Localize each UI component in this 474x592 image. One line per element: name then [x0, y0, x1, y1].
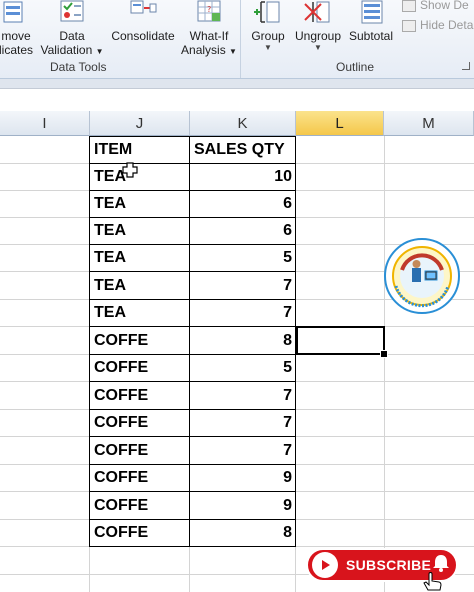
what-if-analysis-label-2-text: Analysis: [181, 43, 226, 57]
active-cell-selection[interactable]: [296, 326, 385, 355]
hand-cursor-icon: [423, 572, 442, 591]
play-icon: [312, 552, 338, 578]
chevron-down-icon: ▼: [314, 43, 322, 52]
column-header-k[interactable]: K: [190, 111, 296, 136]
data-validation-label-2: Validation ▼: [40, 43, 104, 59]
worksheet-grid[interactable]: ITEM SALES QTY TEA 10 TEA 6 TEA 6 TEA 5 …: [0, 136, 474, 592]
cell-qty[interactable]: 7: [190, 299, 296, 326]
svg-text:?: ?: [207, 5, 211, 14]
hide-detail-label: Hide Deta: [420, 18, 474, 32]
show-detail-button[interactable]: Show De: [402, 0, 469, 12]
hide-detail-button[interactable]: Hide Deta: [402, 18, 473, 32]
chevron-down-icon: ▼: [95, 47, 104, 56]
remove-duplicates-icon: [3, 1, 23, 23]
data-validation-button[interactable]: Data Validation ▼: [40, 0, 104, 59]
gridline: [0, 546, 474, 547]
ungroup-icon: [304, 1, 330, 23]
cell-qty[interactable]: 5: [190, 354, 296, 381]
remove-duplicates-button[interactable]: move licates: [0, 0, 36, 57]
column-header-i[interactable]: I: [0, 111, 90, 136]
column-header-j[interactable]: J: [90, 111, 190, 136]
cell-qty[interactable]: 8: [190, 327, 296, 354]
chevron-down-icon: ▼: [229, 47, 237, 56]
cell-qty[interactable]: 9: [190, 464, 296, 491]
ribbon-group-separator: [240, 0, 241, 78]
cell-cursor-icon: [122, 162, 138, 178]
group-label-outline: Outline: [336, 60, 375, 74]
show-detail-label: Show De: [420, 0, 469, 12]
subtotal-icon: [361, 0, 383, 24]
cell-item[interactable]: TEA: [90, 217, 190, 244]
cell-qty[interactable]: 5: [190, 244, 296, 271]
subtotal-label: Subtotal: [348, 29, 394, 43]
consolidate-icon: [130, 0, 157, 14]
column-header-m[interactable]: M: [384, 111, 474, 136]
remove-duplicates-label-1: move: [1, 29, 31, 43]
channel-logo: [384, 238, 460, 314]
gridline: [384, 136, 385, 592]
consolidate-label: Consolidate: [111, 29, 175, 43]
cell-item[interactable]: COFFE: [90, 519, 190, 546]
group-label: Group: [251, 29, 285, 43]
ribbon-bottom-bar: [0, 79, 474, 89]
what-if-analysis-label-2: Analysis ▼: [180, 43, 238, 59]
data-validation-label-1: Data: [59, 29, 85, 43]
cell-item[interactable]: COFFE: [90, 464, 190, 491]
cell-qty-header[interactable]: SALES QTY: [190, 136, 296, 163]
cell-qty[interactable]: 7: [190, 409, 296, 436]
ungroup-label: Ungroup: [294, 29, 342, 43]
formula-bar-area: [0, 89, 474, 112]
fill-handle[interactable]: [380, 350, 388, 358]
data-validation-icon: [60, 0, 84, 22]
cell-qty[interactable]: 6: [190, 190, 296, 217]
cell-item[interactable]: COFFE: [90, 354, 190, 381]
what-if-analysis-label-1: What-If: [189, 29, 229, 43]
chevron-down-icon: ▼: [264, 43, 272, 52]
cell-item[interactable]: TEA: [90, 163, 190, 190]
dialog-launcher-icon[interactable]: [462, 62, 470, 70]
cell-item[interactable]: COFFE: [90, 437, 190, 464]
group-icon: [254, 1, 280, 23]
cell-item[interactable]: COFFE: [90, 492, 190, 519]
hide-detail-icon: [402, 19, 416, 32]
cell-item[interactable]: TEA: [90, 299, 190, 326]
ribbon: move licates Data Validation ▼ Consolida…: [0, 0, 474, 79]
cell-item[interactable]: TEA: [90, 272, 190, 299]
cell-item[interactable]: TEA: [90, 190, 190, 217]
cell-item[interactable]: TEA: [90, 244, 190, 271]
subscribe-label: SUBSCRIBE: [346, 557, 432, 573]
cell-qty[interactable]: 10: [190, 163, 296, 190]
subtotal-button[interactable]: Subtotal: [346, 0, 396, 43]
cell-item-header[interactable]: ITEM: [90, 136, 190, 163]
group-label-data-tools: Data Tools: [50, 60, 107, 74]
cell-qty[interactable]: 7: [190, 382, 296, 409]
cell-item[interactable]: COFFE: [90, 409, 190, 436]
data-validation-label-2-text: Validation: [40, 43, 93, 57]
ungroup-button[interactable]: Ungroup ▼: [290, 0, 346, 53]
cell-item[interactable]: COFFE: [90, 382, 190, 409]
what-if-analysis-icon: ?: [197, 0, 221, 22]
remove-duplicates-label-2: licates: [0, 43, 33, 57]
consolidate-button[interactable]: Consolidate: [106, 0, 180, 43]
cell-qty[interactable]: 8: [190, 519, 296, 546]
cell-item[interactable]: COFFE: [90, 327, 190, 354]
group-button[interactable]: Group ▼: [246, 0, 290, 53]
show-detail-icon: [402, 0, 416, 12]
column-header-l[interactable]: L: [296, 111, 384, 136]
cell-qty[interactable]: 7: [190, 437, 296, 464]
cell-qty[interactable]: 9: [190, 492, 296, 519]
what-if-analysis-button[interactable]: ? What-If Analysis ▼: [180, 0, 238, 59]
cell-qty[interactable]: 7: [190, 272, 296, 299]
cell-qty[interactable]: 6: [190, 217, 296, 244]
